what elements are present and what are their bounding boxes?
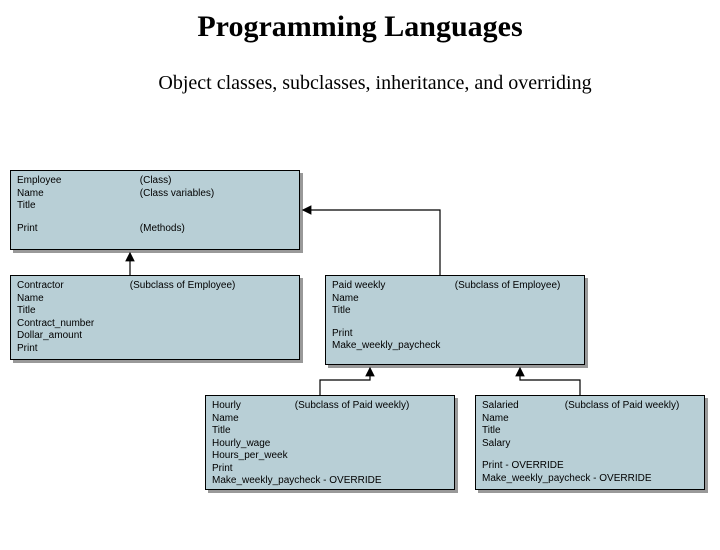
class-box-salaried: Salaried Name Title Salary (Subclass of … bbox=[475, 395, 705, 490]
label: Employee bbox=[17, 175, 107, 188]
label: Hours_per_week bbox=[212, 450, 292, 463]
diagram-canvas: Employee Name Title (Class) (Class varia… bbox=[0, 10, 720, 550]
label: Title bbox=[17, 305, 117, 318]
label: Salaried bbox=[482, 400, 552, 413]
label: (Subclass of Paid weekly) bbox=[295, 400, 410, 413]
class-box-paidweekly: Paid weekly Name Title (Subclass of Empl… bbox=[325, 275, 585, 365]
label: Title bbox=[17, 200, 107, 213]
label: Name bbox=[212, 413, 292, 426]
label: Name bbox=[482, 413, 552, 426]
label: Contractor bbox=[17, 280, 117, 293]
label: Print bbox=[17, 343, 117, 356]
class-box-contractor: Contractor Name Title Contract_number Do… bbox=[10, 275, 300, 360]
label: (Class) bbox=[140, 175, 214, 188]
label: (Subclass of Employee) bbox=[455, 280, 561, 293]
label: Salary bbox=[482, 438, 552, 451]
label: Hourly_wage bbox=[212, 438, 292, 451]
label: Make_weekly_paycheck - OVERRIDE bbox=[212, 475, 412, 488]
class-box-hourly: Hourly Name Title Hourly_wage Hours_per_… bbox=[205, 395, 455, 490]
label: (Class variables) bbox=[140, 188, 214, 201]
label: Contract_number bbox=[17, 318, 117, 331]
label: Name bbox=[17, 188, 107, 201]
label: Print bbox=[332, 328, 578, 341]
label: Dollar_amount bbox=[17, 330, 117, 343]
label: Make_weekly_paycheck bbox=[332, 340, 578, 353]
label: Title bbox=[212, 425, 292, 438]
label: Name bbox=[332, 293, 442, 306]
class-box-employee: Employee Name Title (Class) (Class varia… bbox=[10, 170, 300, 250]
label: (Subclass of Employee) bbox=[130, 280, 236, 293]
label: Print bbox=[17, 223, 107, 236]
label: Name bbox=[17, 293, 117, 306]
label: Hourly bbox=[212, 400, 292, 413]
label: Make_weekly_paycheck - OVERRIDE bbox=[482, 473, 698, 486]
label: Print - OVERRIDE bbox=[482, 460, 698, 473]
label: Print bbox=[212, 463, 292, 476]
label: Title bbox=[332, 305, 442, 318]
label: (Subclass of Paid weekly) bbox=[565, 400, 680, 413]
label: Title bbox=[482, 425, 552, 438]
label: (Methods) bbox=[140, 223, 185, 236]
label: Paid weekly bbox=[332, 280, 442, 293]
